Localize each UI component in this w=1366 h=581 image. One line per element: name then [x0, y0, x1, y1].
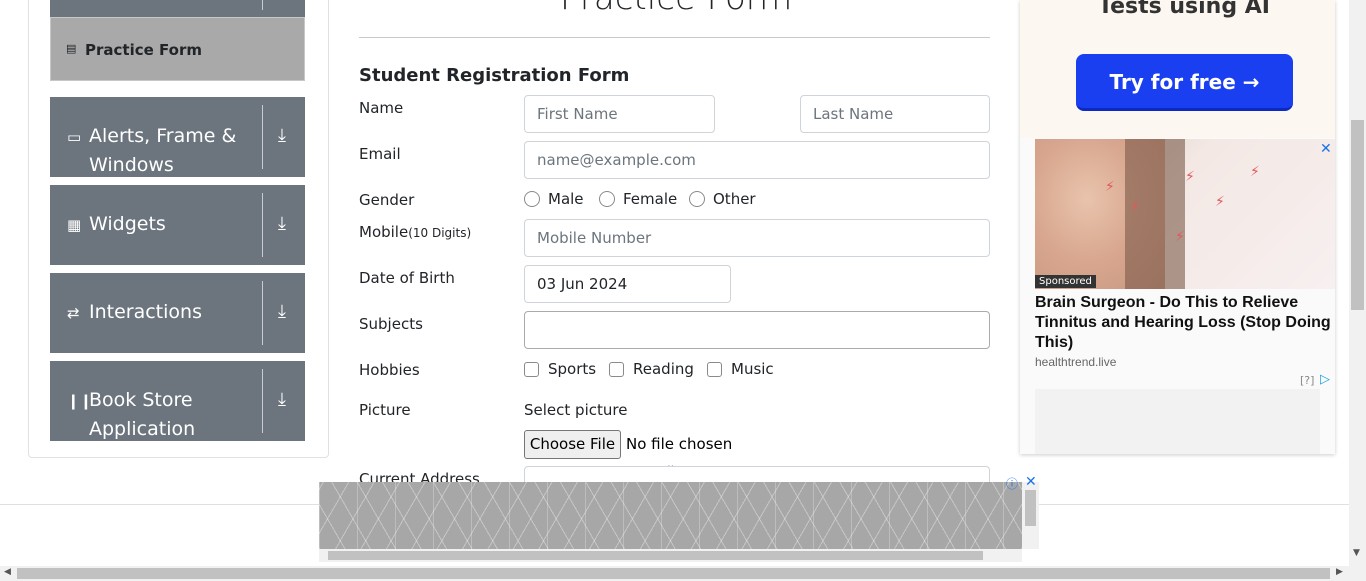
first-name-input[interactable]: First Name	[524, 95, 715, 133]
divider	[262, 281, 263, 345]
email-input[interactable]: name@example.com	[524, 141, 990, 179]
subjects-label: Subjects	[359, 315, 423, 333]
divider	[262, 369, 263, 433]
scrollbar-thumb[interactable]	[328, 551, 983, 560]
gender-male-label[interactable]: Male	[548, 190, 584, 208]
interactions-icon: ⇄	[67, 304, 80, 322]
page: ▤ Practice Form ▭ Alerts, Frame & Window…	[0, 0, 1366, 581]
download-icon[interactable]: ⤓	[278, 125, 286, 146]
subjects-input[interactable]	[524, 311, 990, 349]
pain-icon: ⚡	[1215, 194, 1225, 210]
mobile-input[interactable]: Mobile Number	[524, 219, 990, 257]
adchoices-icon[interactable]: ▷	[1320, 372, 1330, 387]
try-for-free-button[interactable]: Try for free →	[1076, 54, 1293, 111]
scroll-left-arrow-icon[interactable]: ◀	[4, 567, 11, 577]
sidebar-group-label: Alerts, Frame & Windows	[89, 125, 237, 176]
hobbies-label: Hobbies	[359, 361, 420, 379]
divider	[262, 0, 263, 10]
no-file-text: No file chosen	[626, 435, 733, 453]
form-heading: Student Registration Form	[359, 65, 630, 86]
sidebar-group-label: Widgets	[89, 213, 166, 235]
sidebar-group-label: Interactions	[89, 301, 202, 323]
sidebar-item-label: Practice Form	[85, 41, 202, 59]
picture-label: Picture	[359, 401, 411, 419]
ad-domain[interactable]: healthtrend.live	[1035, 355, 1116, 369]
scroll-down-arrow-icon[interactable]: ▼	[1353, 548, 1360, 558]
hobby-music-label[interactable]: Music	[731, 360, 774, 378]
gender-other-label[interactable]: Other	[713, 190, 756, 208]
gender-male-radio[interactable]	[524, 191, 540, 207]
dob-label: Date of Birth	[359, 269, 455, 287]
mobile-label-text: Mobile	[359, 223, 409, 241]
scroll-right-arrow-icon[interactable]: ▶	[1336, 567, 1343, 577]
divider	[359, 37, 990, 38]
gender-label: Gender	[359, 191, 415, 209]
divider	[262, 105, 263, 169]
page-vertical-scrollbar[interactable]: ▼	[1349, 0, 1366, 566]
ad-pattern	[1035, 389, 1320, 454]
sidebar-group-alerts[interactable]: ▭ Alerts, Frame & Windows ⤓	[50, 97, 305, 177]
form-icon: ▤	[66, 42, 77, 55]
hobby-sports-label[interactable]: Sports	[548, 360, 596, 378]
download-icon[interactable]: ⤓	[278, 301, 286, 322]
sidebar-group-widgets[interactable]: ▦ Widgets ⤓	[50, 185, 305, 265]
banner-horizontal-scrollbar[interactable]	[319, 549, 1022, 562]
close-icon[interactable]: ✕	[1320, 141, 1332, 157]
gender-female-radio[interactable]	[599, 191, 615, 207]
bottom-banner-ad[interactable]: ⓘ ✕	[319, 474, 1039, 564]
scrollbar-thumb[interactable]	[1351, 120, 1364, 310]
sidebar-group-interactions[interactable]: ⇄ Interactions ⤓	[50, 273, 305, 353]
ad-image[interactable]: ⚡ ⚡ ⚡ ⚡ ⚡ ⚡	[1035, 139, 1335, 289]
name-label: Name	[359, 99, 404, 117]
download-icon[interactable]: ⤓	[278, 389, 286, 410]
mobile-label: Mobile(10 Digits)	[359, 223, 471, 241]
page-horizontal-scrollbar[interactable]: ◀ ▶	[0, 566, 1366, 581]
window-icon: ▭	[67, 128, 82, 146]
scrollbar-thumb[interactable]	[17, 568, 1330, 579]
sponsored-badge: Sponsored	[1035, 275, 1096, 288]
sidebar-group-label: Book Store Application	[89, 389, 196, 440]
mobile-hint: (10 Digits)	[408, 226, 472, 240]
date-of-birth-input[interactable]: 03 Jun 2024	[524, 265, 731, 303]
sidebar-advertisement[interactable]: Tests using AI Try for free → ⚡ ⚡ ⚡ ⚡ ⚡ …	[1020, 0, 1335, 454]
banner-vertical-scrollbar[interactable]	[1022, 482, 1039, 549]
hobby-reading-checkbox[interactable]	[609, 362, 624, 377]
ad-tagline: Tests using AI	[1098, 0, 1270, 19]
sidebar-group-book-store[interactable]: ❙❙ Book Store Application ⤓	[50, 361, 305, 441]
page-title: Practice Form	[560, 0, 792, 18]
pain-icon: ⚡	[1130, 199, 1140, 215]
choose-file-button[interactable]: Choose File	[524, 430, 621, 459]
info-icon[interactable]: ⓘ	[1006, 475, 1018, 492]
scrollbar-thumb[interactable]	[1025, 490, 1036, 526]
gender-other-radio[interactable]	[689, 191, 705, 207]
pain-icon: ⚡	[1250, 164, 1260, 180]
download-icon[interactable]: ⤓	[278, 213, 286, 234]
hobby-reading-label[interactable]: Reading	[633, 360, 694, 378]
pain-icon: ⚡	[1175, 229, 1185, 245]
ad-headline[interactable]: Brain Surgeon - Do This to Relieve Tinni…	[1035, 293, 1335, 353]
ad-help-link[interactable]: [?]	[1300, 374, 1314, 387]
banner-ad-image[interactable]	[319, 482, 1022, 549]
pain-icon: ⚡	[1105, 179, 1115, 195]
sidebar-item-practice-form[interactable]: ▤ Practice Form	[50, 17, 305, 81]
pain-icon: ⚡	[1185, 169, 1195, 185]
widgets-icon: ▦	[67, 216, 82, 234]
hobby-music-checkbox[interactable]	[707, 362, 722, 377]
close-icon[interactable]: ✕	[1025, 474, 1037, 490]
sidebar-group-collapsed-top[interactable]	[50, 0, 305, 17]
ad-banner-top: Tests using AI Try for free →	[1020, 0, 1335, 138]
last-name-input[interactable]: Last Name	[800, 95, 990, 133]
divider	[262, 193, 263, 257]
select-picture-label: Select picture	[524, 401, 628, 419]
email-label: Email	[359, 145, 401, 163]
gender-female-label[interactable]: Female	[623, 190, 677, 208]
hobby-sports-checkbox[interactable]	[524, 362, 539, 377]
